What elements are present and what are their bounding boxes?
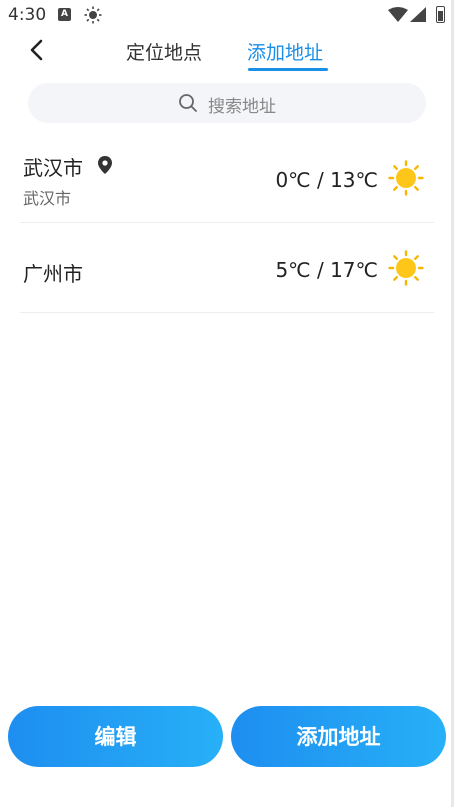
search-input[interactable]: 搜索地址 — [28, 83, 426, 123]
battery-icon — [436, 6, 445, 23]
city-list-item[interactable]: 广州市 5℃ / 17℃ — [20, 228, 434, 313]
search-icon — [179, 94, 197, 112]
active-tab-indicator — [248, 68, 328, 71]
add-address-button[interactable]: 添加地址 — [231, 706, 446, 767]
temperature-range: 5℃ / 17℃ — [275, 258, 378, 282]
city-subtitle: 武汉市 — [23, 189, 72, 208]
status-time: 4:30 — [8, 5, 47, 25]
temperature-range: 0℃ / 13℃ — [275, 168, 378, 192]
city-list-item[interactable]: 武汉市 武汉市 0℃ / 13℃ — [20, 140, 434, 223]
edit-button[interactable]: 编辑 — [8, 706, 223, 767]
a-icon: A — [58, 8, 71, 21]
sunny-icon — [388, 160, 424, 196]
tab-add-address[interactable]: 添加地址 — [247, 38, 323, 65]
status-bar: 4:30 A — [0, 0, 454, 30]
wifi-icon — [388, 7, 408, 22]
city-name: 广州市 — [23, 262, 83, 286]
tab-locate[interactable]: 定位地点 — [126, 38, 202, 65]
location-pin-icon — [98, 156, 112, 174]
signal-icon — [410, 7, 426, 22]
city-name: 武汉市 — [23, 156, 83, 180]
search-placeholder: 搜索地址 — [208, 97, 276, 117]
sun-icon — [84, 6, 102, 24]
sunny-icon — [388, 250, 424, 286]
back-arrow-icon[interactable] — [26, 38, 50, 62]
